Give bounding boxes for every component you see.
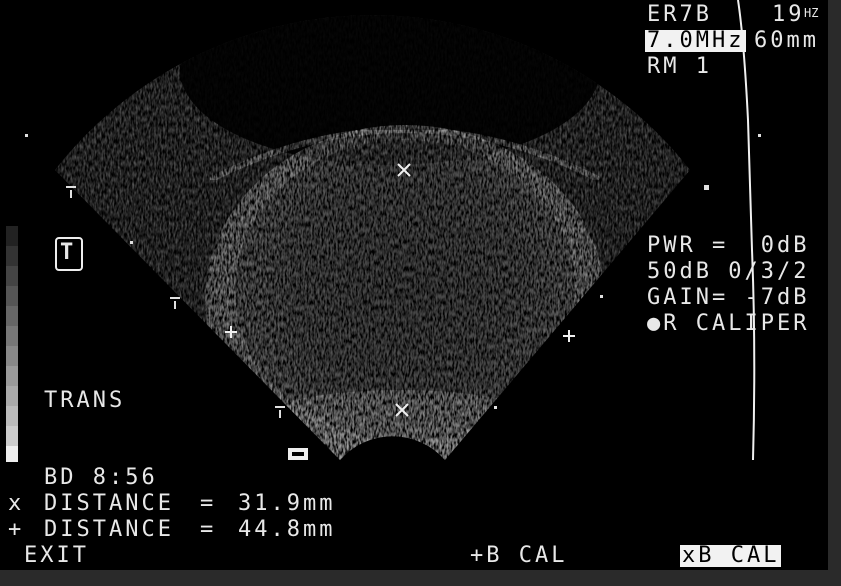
orientation-marker: T bbox=[60, 240, 74, 265]
frame-rate-unit: HZ bbox=[804, 6, 819, 20]
frequency-label: 7.0MHz bbox=[645, 28, 747, 53]
depth-label: 60mm bbox=[754, 28, 819, 53]
grey-scale-bar bbox=[6, 226, 18, 462]
power-setting: PWR = 0dB bbox=[647, 233, 810, 258]
equals-sign: = bbox=[200, 491, 217, 516]
mode-label: RM 1 bbox=[647, 54, 712, 79]
bd-label: BD 8:56 bbox=[44, 465, 158, 490]
transducer-label: ER7B bbox=[647, 2, 712, 27]
caliper-mode: ●R CALIPER bbox=[647, 311, 810, 336]
measurement-label: DISTANCE bbox=[44, 517, 174, 542]
measurement-symbol: + bbox=[8, 517, 25, 542]
equals-sign: = bbox=[200, 517, 217, 542]
measurement-value: 31.9mm bbox=[238, 491, 336, 516]
exit-button[interactable]: EXIT bbox=[24, 545, 89, 567]
trace-line bbox=[737, 0, 756, 461]
dynamic-range-setting: 50dB 0/3/2 bbox=[647, 259, 810, 284]
caliper-plus-right bbox=[563, 330, 575, 342]
plane-label: TRANS bbox=[44, 388, 126, 413]
plus-b-cal-button[interactable]: +B CAL bbox=[470, 545, 567, 567]
frame-rate: 19 bbox=[772, 2, 805, 27]
measurement-value: 44.8mm bbox=[238, 517, 336, 542]
gain-setting: GAIN= -7dB bbox=[647, 285, 810, 310]
measurement-symbol: x bbox=[8, 491, 25, 516]
ultrasound-screen: ER7B 19 HZ 7.0MHz 60mm RM 1 PWR = 0dB 50… bbox=[0, 0, 828, 570]
measurement-label: DISTANCE bbox=[44, 491, 174, 516]
x-b-cal-button[interactable]: xB CAL bbox=[680, 545, 782, 567]
